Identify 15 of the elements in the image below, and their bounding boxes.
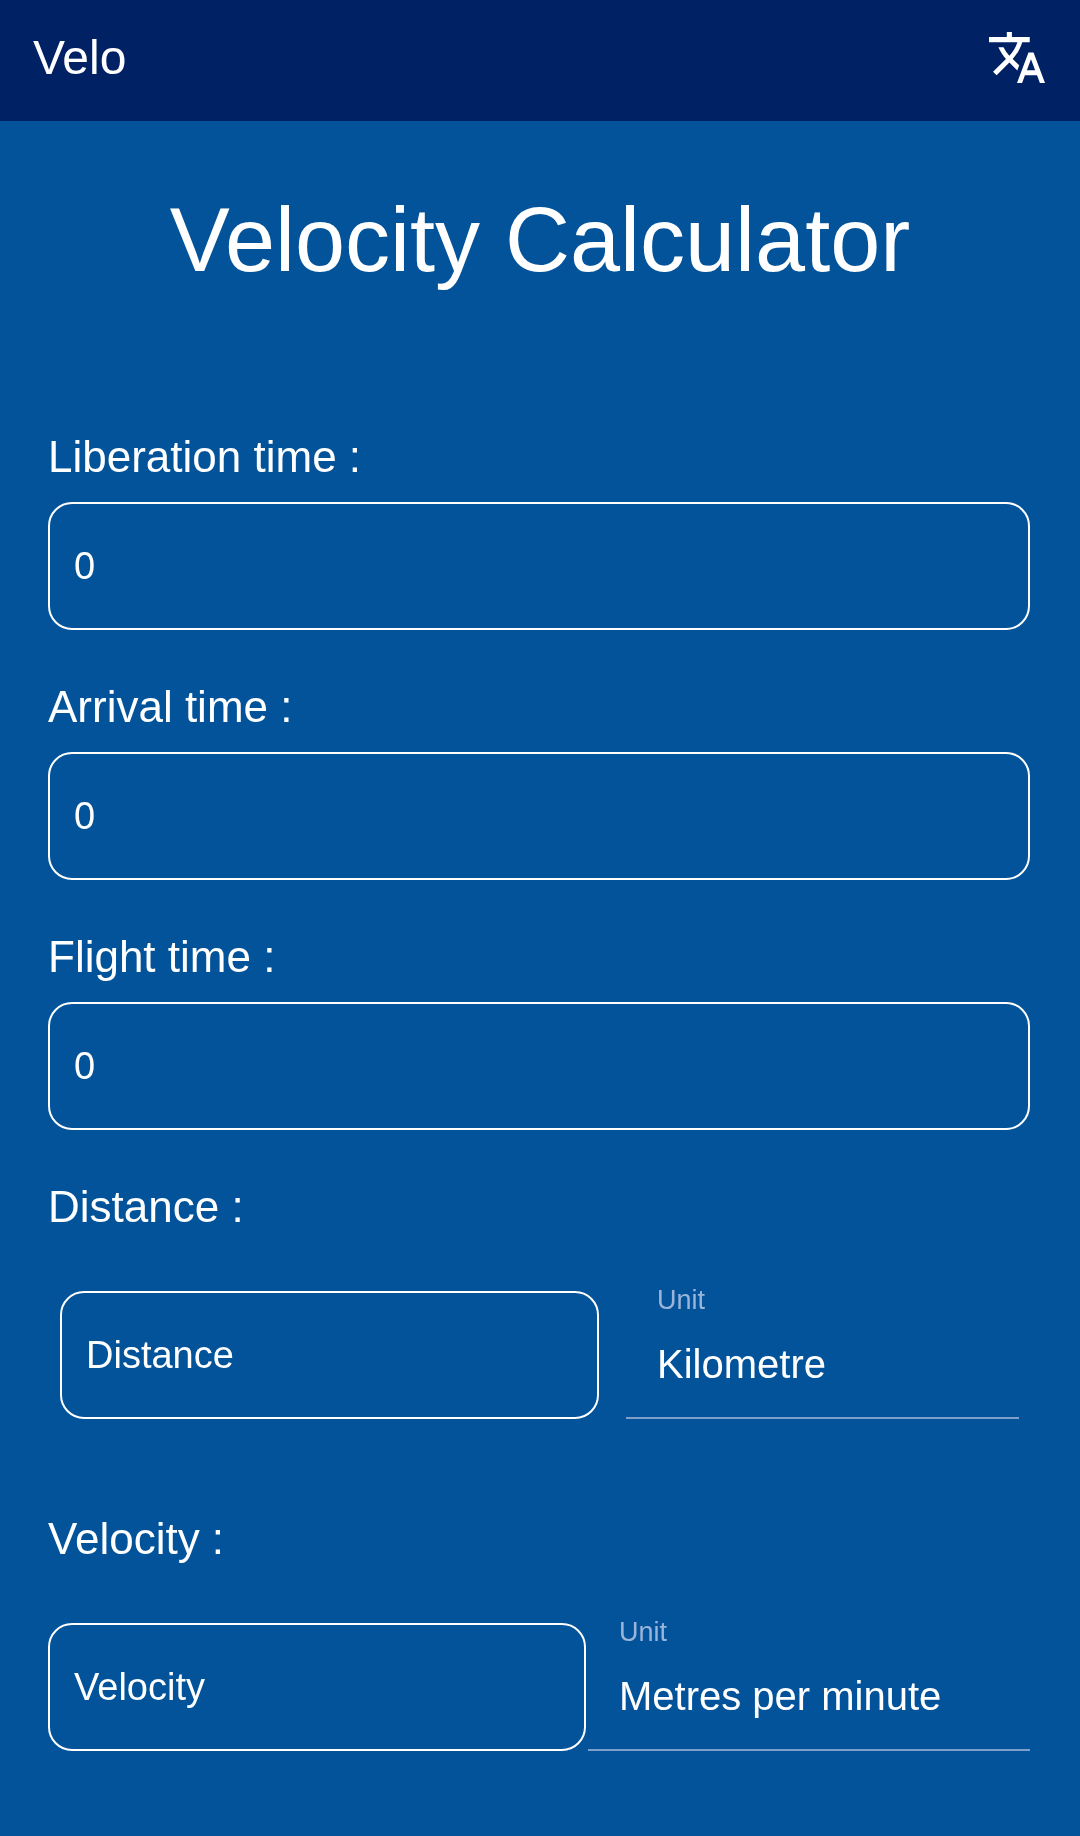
unit-dropdown[interactable]: Unit Metres per minute: [588, 1616, 1030, 1751]
translate-icon[interactable]: [989, 32, 1045, 83]
unit-dropdown[interactable]: Unit Kilometre: [626, 1284, 1019, 1419]
input-field[interactable]: 0: [48, 752, 1030, 880]
page-title: Velocity Calculator: [169, 189, 911, 292]
field-label: Velocity :: [48, 1513, 225, 1565]
field-label: Flight time :: [48, 931, 276, 983]
input-field[interactable]: Distance: [60, 1291, 599, 1419]
field-label: Distance :: [48, 1181, 244, 1233]
app-title: Velo: [33, 29, 127, 86]
input-field[interactable]: 0: [48, 1002, 1030, 1130]
field-label: Arrival time :: [48, 681, 293, 733]
input-field[interactable]: 0: [48, 502, 1030, 630]
input-field[interactable]: Velocity: [48, 1623, 586, 1751]
field-label: Liberation time :: [48, 431, 362, 483]
